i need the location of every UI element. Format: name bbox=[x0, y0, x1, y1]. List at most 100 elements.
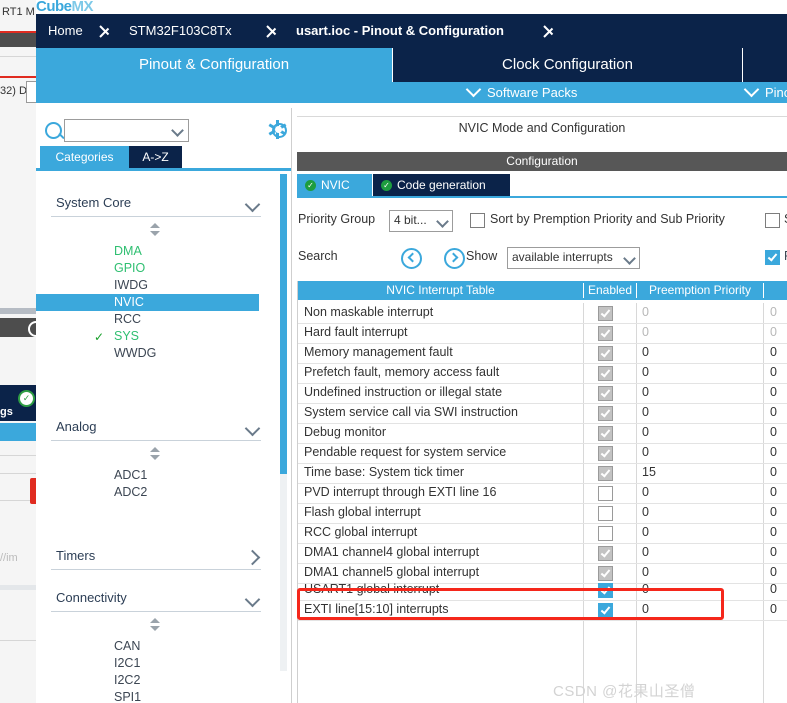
table-row[interactable]: Time base: System tick timer 15 0 bbox=[298, 463, 787, 484]
search-next-button[interactable] bbox=[444, 248, 465, 269]
row-enabled-checkbox[interactable] bbox=[598, 486, 613, 501]
row-enabled-checkbox[interactable] bbox=[598, 603, 613, 618]
tab-clock-configuration[interactable]: Clock Configuration bbox=[393, 48, 742, 82]
row-preemption[interactable]: 0 bbox=[642, 365, 649, 379]
row-sub-priority[interactable]: 0 bbox=[770, 465, 777, 479]
table-row[interactable]: Debug monitor 0 0 bbox=[298, 423, 787, 444]
tab-a-to-z[interactable]: A->Z bbox=[129, 146, 182, 168]
tree-item-can[interactable]: CAN bbox=[36, 638, 259, 655]
tab-overflow[interactable] bbox=[743, 48, 787, 82]
row-preemption[interactable]: 0 bbox=[642, 425, 649, 439]
row-enabled-checkbox[interactable] bbox=[598, 446, 613, 461]
subbar-item-pinout[interactable]: Pinout bbox=[743, 81, 787, 103]
tree-item-gpio[interactable]: GPIO bbox=[36, 260, 259, 277]
sort-preemption-checkbox[interactable] bbox=[470, 213, 485, 228]
subbar-item-software-packs[interactable]: Software Packs bbox=[465, 81, 577, 103]
row-preemption[interactable]: 0 bbox=[642, 545, 649, 559]
row-sub-priority[interactable]: 0 bbox=[770, 305, 777, 319]
row-sub-priority[interactable]: 0 bbox=[770, 425, 777, 439]
breadcrumb-item-home[interactable]: Home bbox=[48, 14, 83, 48]
row-sub-priority[interactable]: 0 bbox=[770, 525, 777, 539]
tree-item-adc2[interactable]: ADC2 bbox=[36, 484, 259, 501]
row-sub-priority[interactable]: 0 bbox=[770, 505, 777, 519]
column-header-preemption-priority[interactable]: Preemption Priority bbox=[637, 281, 763, 300]
table-row[interactable]: Memory management fault 0 0 bbox=[298, 343, 787, 364]
breadcrumb-item-device[interactable]: STM32F103C8Tx bbox=[129, 14, 232, 48]
tree-item-nvic[interactable]: NVIC bbox=[36, 294, 259, 311]
row-enabled-checkbox[interactable] bbox=[598, 326, 613, 341]
tree-item-rcc[interactable]: RCC bbox=[36, 311, 259, 328]
tree-item-adc1[interactable]: ADC1 bbox=[36, 467, 259, 484]
chevron-down-icon-search[interactable] bbox=[171, 124, 184, 137]
tree-item-i2c2[interactable]: I2C2 bbox=[36, 672, 259, 689]
table-row[interactable]: System service call via SWI instruction 0… bbox=[298, 403, 787, 424]
scroll-spinner-system-core[interactable] bbox=[150, 223, 161, 236]
force-checkbox[interactable] bbox=[765, 250, 780, 265]
row-preemption[interactable]: 0 bbox=[642, 305, 649, 319]
column-header-interrupt-table[interactable]: NVIC Interrupt Table bbox=[298, 281, 583, 300]
tab-pinout-configuration[interactable]: Pinout & Configuration bbox=[36, 48, 392, 82]
table-row[interactable]: Hard fault interrupt 0 0 bbox=[298, 323, 787, 344]
table-row[interactable]: Flash global interrupt 0 0 bbox=[298, 503, 787, 524]
tree-item-dma[interactable]: DMA bbox=[36, 243, 259, 260]
table-row[interactable]: PVD interrupt through EXTI line 16 0 0 bbox=[298, 483, 787, 504]
priority-group-select[interactable]: 4 bit... bbox=[389, 210, 453, 232]
row-preemption[interactable]: 0 bbox=[642, 445, 649, 459]
table-row[interactable]: RCC global interrupt 0 0 bbox=[298, 523, 787, 544]
group-header-analog[interactable]: Analog bbox=[36, 415, 276, 441]
row-enabled-checkbox[interactable] bbox=[598, 466, 613, 481]
row-enabled-checkbox[interactable] bbox=[598, 583, 613, 598]
sidebar-scrollbar-thumb[interactable] bbox=[280, 174, 287, 474]
row-enabled-checkbox[interactable] bbox=[598, 506, 613, 521]
scroll-spinner-connectivity[interactable] bbox=[150, 618, 161, 631]
tree-item-iwdg[interactable]: IWDG bbox=[36, 277, 259, 294]
tab-nvic[interactable]: ✓ NVIC bbox=[297, 174, 372, 196]
tab-categories[interactable]: Categories bbox=[40, 146, 129, 168]
table-row[interactable]: Prefetch fault, memory access fault 0 0 bbox=[298, 363, 787, 384]
row-sub-priority[interactable]: 0 bbox=[770, 602, 777, 616]
row-sub-priority[interactable]: 0 bbox=[770, 385, 777, 399]
search-prev-button[interactable] bbox=[401, 248, 422, 269]
table-row[interactable]: USART1 global interrupt 0 0 bbox=[298, 580, 787, 601]
group-header-timers[interactable]: Timers bbox=[36, 544, 276, 570]
tree-item-i2c1[interactable]: I2C1 bbox=[36, 655, 259, 672]
row-preemption[interactable]: 0 bbox=[642, 602, 649, 616]
column-header-sub-priority[interactable] bbox=[764, 281, 787, 300]
row-sub-priority[interactable]: 0 bbox=[770, 365, 777, 379]
tree-item-spi1[interactable]: SPI1 bbox=[36, 689, 259, 703]
row-preemption[interactable]: 0 bbox=[642, 345, 649, 359]
row-enabled-checkbox[interactable] bbox=[598, 386, 613, 401]
row-sub-priority[interactable]: 0 bbox=[770, 405, 777, 419]
row-preemption[interactable]: 15 bbox=[642, 465, 656, 479]
row-enabled-checkbox[interactable] bbox=[598, 546, 613, 561]
group-header-connectivity[interactable]: Connectivity bbox=[36, 586, 276, 612]
show-select[interactable]: available interrupts bbox=[507, 247, 640, 269]
row-preemption[interactable]: 0 bbox=[642, 385, 649, 399]
row-preemption[interactable]: 0 bbox=[642, 525, 649, 539]
tab-code-generation[interactable]: ✓ Code generation bbox=[373, 174, 510, 196]
row-preemption[interactable]: 0 bbox=[642, 485, 649, 499]
row-sub-priority[interactable]: 0 bbox=[770, 485, 777, 499]
row-preemption[interactable]: 0 bbox=[642, 505, 649, 519]
row-sub-priority[interactable]: 0 bbox=[770, 565, 777, 579]
gear-icon[interactable] bbox=[268, 120, 288, 139]
row-sub-priority[interactable]: 0 bbox=[770, 545, 777, 559]
row-sub-priority[interactable]: 0 bbox=[770, 445, 777, 459]
table-row[interactable]: Pendable request for system service 0 0 bbox=[298, 443, 787, 464]
row-sub-priority[interactable]: 0 bbox=[770, 345, 777, 359]
breadcrumb-item-file[interactable]: usart.ioc - Pinout & Configuration bbox=[296, 14, 504, 48]
scroll-spinner-analog[interactable] bbox=[150, 447, 161, 460]
row-enabled-checkbox[interactable] bbox=[598, 306, 613, 321]
table-row[interactable]: Undefined instruction or illegal state 0 0 bbox=[298, 383, 787, 404]
search-input[interactable] bbox=[64, 119, 189, 142]
sort-sub-priority-checkbox[interactable] bbox=[765, 213, 780, 228]
row-preemption[interactable]: 0 bbox=[642, 405, 649, 419]
table-row[interactable]: EXTI line[15:10] interrupts 0 0 bbox=[298, 600, 787, 621]
row-enabled-checkbox[interactable] bbox=[598, 406, 613, 421]
group-header-system-core[interactable]: System Core bbox=[36, 191, 276, 217]
table-row[interactable]: DMA1 channel4 global interrupt 0 0 bbox=[298, 543, 787, 564]
row-enabled-checkbox[interactable] bbox=[598, 366, 613, 381]
row-preemption[interactable]: 0 bbox=[642, 565, 649, 579]
row-sub-priority[interactable]: 0 bbox=[770, 582, 777, 596]
row-enabled-checkbox[interactable] bbox=[598, 426, 613, 441]
